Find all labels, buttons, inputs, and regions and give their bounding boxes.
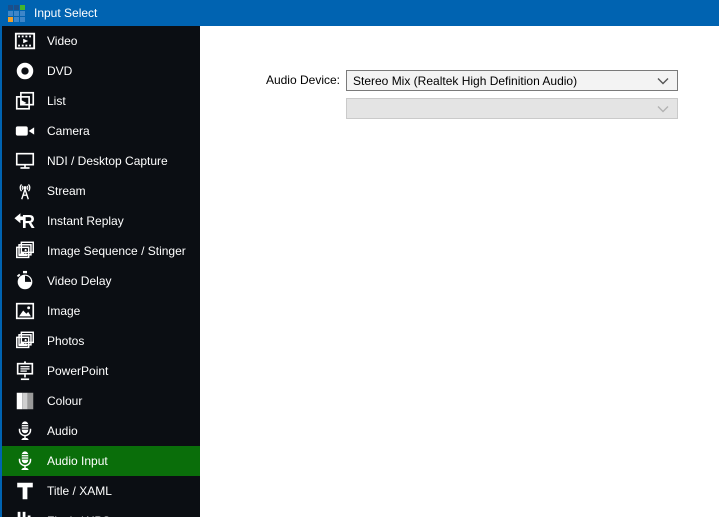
audio-input-settings-panel: Audio Device: Stereo Mix (Realtek High D… (200, 26, 719, 517)
stopwatch-icon (11, 268, 38, 294)
sidebar-item-camera[interactable]: Camera (2, 116, 200, 146)
sidebar-item-label: DVD (47, 64, 73, 78)
sidebar-item-dvd[interactable]: DVD (2, 56, 200, 86)
sidebar-item-photos[interactable]: Photos (2, 326, 200, 356)
microphone-icon (11, 418, 38, 444)
vmix-logo-icon (6, 3, 26, 23)
audio-device-label: Audio Device: (265, 73, 340, 87)
sidebar-item-ndi-desktop-capture[interactable]: NDI / Desktop Capture (2, 146, 200, 176)
filmstrip-play-icon (11, 28, 38, 54)
replay-r-icon: R (11, 208, 38, 234)
monitor-icon (11, 148, 38, 174)
input-select-window: Input Select Video DVD List Camera NDI /… (0, 0, 719, 517)
photo-stack-icon (11, 238, 38, 264)
sidebar-item-label: Camera (47, 124, 90, 138)
sidebar-item-image-sequence-stinger[interactable]: Image Sequence / Stinger (2, 236, 200, 266)
input-type-sidebar: Video DVD List Camera NDI / Desktop Capt… (0, 26, 200, 517)
sidebar-item-video-delay[interactable]: Video Delay (2, 266, 200, 296)
sidebar-item-label: Image Sequence / Stinger (47, 244, 186, 258)
sidebar-item-image[interactable]: Image (2, 296, 200, 326)
sidebar-item-label: Stream (47, 184, 86, 198)
sidebar-item-colour[interactable]: Colour (2, 386, 200, 416)
svg-text:R: R (21, 211, 34, 232)
photo-icon (11, 298, 38, 324)
secondary-device-select (346, 98, 678, 119)
microphone-icon (11, 448, 38, 474)
sidebar-item-label: Audio (47, 424, 78, 438)
sidebar-item-audio[interactable]: Audio (2, 416, 200, 446)
disc-icon (11, 58, 38, 84)
broadcast-tower-icon (11, 178, 38, 204)
sidebar-item-label: Instant Replay (47, 214, 124, 228)
sidebar-item-label: PowerPoint (47, 364, 109, 378)
sidebar-item-label: Audio Input (47, 454, 108, 468)
window-title: Input Select (34, 6, 98, 20)
sidebar-item-video[interactable]: Video (2, 26, 200, 56)
sidebar-item-label: Colour (47, 394, 83, 408)
chevron-down-icon[interactable] (657, 77, 669, 85)
sidebar-item-audio-input[interactable]: Audio Input (2, 446, 200, 476)
list-play-icon (11, 88, 38, 114)
sidebar-item-flash-xps[interactable]: Flash / XPS (2, 506, 200, 517)
photo-stack-icon (11, 328, 38, 354)
audio-device-value: Stereo Mix (Realtek High Definition Audi… (353, 73, 578, 88)
sidebar-item-powerpoint[interactable]: PowerPoint (2, 356, 200, 386)
sidebar-item-list[interactable]: List (2, 86, 200, 116)
video-camera-icon (11, 118, 38, 144)
sidebar-item-label: Video (47, 34, 78, 48)
sidebar-item-label: NDI / Desktop Capture (47, 154, 168, 168)
audio-device-select[interactable]: Stereo Mix (Realtek High Definition Audi… (346, 70, 678, 91)
sidebar-item-label: Video Delay (47, 274, 112, 288)
presentation-board-icon (11, 358, 38, 384)
sidebar-item-label: Image (47, 304, 81, 318)
sidebar-item-stream[interactable]: Stream (2, 176, 200, 206)
titlebar: Input Select (0, 0, 719, 26)
sidebar-item-label: Title / XAML (47, 484, 112, 498)
sidebar-item-title-xaml[interactable]: Title / XAML (2, 476, 200, 506)
letter-t-icon (11, 478, 38, 504)
sidebar-item-instant-replay[interactable]: R Instant Replay (2, 206, 200, 236)
chevron-down-icon (657, 105, 669, 113)
colour-swatch-icon (11, 388, 38, 414)
sidebar-item-label: List (47, 94, 66, 108)
sidebar-item-label: Photos (47, 334, 85, 348)
flash-icon (11, 508, 38, 517)
